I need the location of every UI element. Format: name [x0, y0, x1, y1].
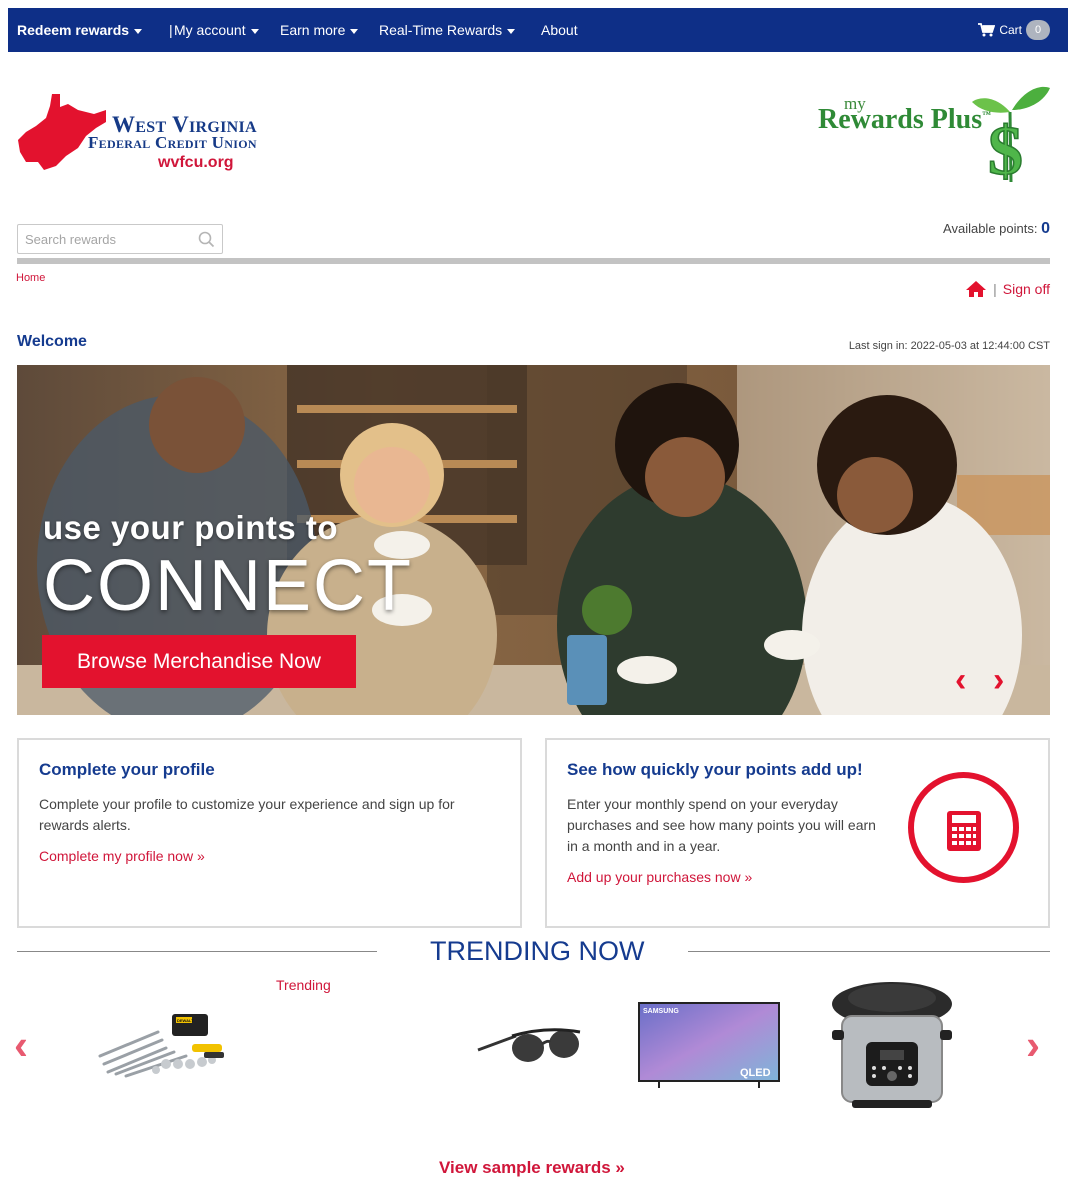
add-up-purchases-link[interactable]: Add up your purchases now » — [567, 869, 752, 885]
nav-separator: | — [169, 22, 173, 38]
carousel-prev-arrow-icon[interactable]: ‹ — [14, 1024, 28, 1066]
bank-site: wvfcu.org — [158, 154, 234, 171]
svg-text:$: $ — [988, 113, 1023, 186]
nav-redeem-rewards[interactable]: Redeem rewards — [17, 8, 143, 52]
calculator-icon — [947, 811, 981, 851]
caret-down-icon — [134, 28, 143, 34]
tool-set-icon[interactable]: DEWALT — [96, 1008, 228, 1080]
cart-button[interactable]: Cart 0 — [978, 20, 1050, 40]
calculator-badge[interactable] — [908, 772, 1019, 883]
nav-real-time-rewards[interactable]: Real-Time Rewards — [379, 8, 516, 52]
dollar-sprout-icon: $ — [972, 86, 1050, 186]
trending-title: TRENDING NOW — [430, 936, 645, 966]
my-rewards-plus-logo: my Rewards Plus™ $ — [818, 82, 1050, 186]
hero-banner: use your points to CONNECT Browse Mercha… — [17, 365, 1050, 715]
view-sample-rewards-link[interactable]: View sample rewards » — [439, 1158, 625, 1178]
nav-my-account[interactable]: My account — [174, 8, 259, 52]
top-navigation: Redeem rewards | My account Earn more Re… — [8, 8, 1068, 52]
points-calculator-text: Enter your monthly spend on your everyda… — [567, 796, 876, 854]
welcome-title: Welcome — [17, 333, 87, 350]
nav-earn-more-label: Earn more — [280, 22, 346, 38]
points-calculator-card: See how quickly your points add up! Ente… — [545, 738, 1050, 928]
hero-headline-large: CONNECT — [43, 546, 413, 626]
television-icon[interactable]: SAMSUNG QLED — [638, 1002, 780, 1090]
tv-brand-text: SAMSUNG — [643, 1008, 679, 1015]
hero-next-arrow-icon[interactable]: › — [993, 663, 1004, 697]
available-points-value: 0 — [1041, 220, 1050, 237]
sign-off-link[interactable]: Sign off — [1003, 281, 1050, 297]
account-links: | Sign off — [965, 280, 1050, 298]
program-name-text: Rewards Plus — [818, 104, 983, 135]
header-divider — [17, 258, 1050, 264]
trending-divider-left — [17, 951, 377, 952]
breadcrumb-home-link[interactable]: Home — [16, 272, 45, 284]
last-sign-in: Last sign in: 2022-05-03 at 12:44:00 CST — [848, 340, 1050, 352]
complete-profile-text: Complete your profile to customize your … — [39, 796, 455, 833]
account-links-separator: | — [993, 281, 997, 297]
tv-model-text: QLED — [740, 1067, 771, 1079]
cart-count-badge: 0 — [1026, 20, 1050, 40]
breadcrumb: Home — [16, 272, 45, 284]
search-input[interactable] — [18, 225, 202, 253]
trending-divider-right — [688, 951, 1050, 952]
pressure-cooker-icon[interactable] — [828, 976, 956, 1116]
caret-down-icon — [250, 28, 259, 34]
wvfcu-logo[interactable]: West Virginia Federal Credit Union wvfcu… — [16, 92, 316, 172]
carousel-next-arrow-icon[interactable]: › — [1026, 1024, 1040, 1066]
home-icon[interactable] — [965, 280, 987, 298]
search-box — [17, 224, 223, 254]
nav-redeem-rewards-label: Redeem rewards — [17, 22, 130, 38]
search-icon[interactable] — [198, 231, 215, 248]
nav-earn-more[interactable]: Earn more — [280, 8, 359, 52]
cart-icon — [978, 23, 996, 37]
nav-my-account-label: My account — [174, 22, 246, 38]
points-calculator-title: See how quickly your points add up! — [567, 760, 863, 779]
bank-name-line2: Federal Credit Union — [88, 133, 257, 152]
caret-down-icon — [350, 28, 359, 34]
complete-profile-link[interactable]: Complete my profile now » — [39, 848, 205, 864]
complete-profile-card: Complete your profile Complete your prof… — [17, 738, 522, 928]
nav-real-time-rewards-label: Real-Time Rewards — [379, 22, 503, 38]
hero-headline: use your points to — [43, 509, 339, 546]
west-virginia-map-icon — [18, 94, 106, 170]
complete-profile-title: Complete your profile — [39, 760, 215, 779]
available-points: Available points: 0 — [943, 220, 1050, 238]
trending-label: Trending — [276, 977, 331, 993]
available-points-label: Available points: — [943, 221, 1038, 236]
sunglasses-icon[interactable] — [476, 1024, 584, 1072]
hero-prev-arrow-icon[interactable]: ‹ — [955, 663, 966, 697]
cart-label: Cart — [999, 23, 1022, 37]
caret-down-icon — [507, 28, 516, 34]
nav-about-label: About — [541, 22, 578, 38]
browse-merchandise-button[interactable]: Browse Merchandise Now — [42, 635, 356, 688]
nav-about[interactable]: About — [541, 8, 578, 52]
tool-set-brand-text: DEWALT — [177, 1018, 194, 1023]
